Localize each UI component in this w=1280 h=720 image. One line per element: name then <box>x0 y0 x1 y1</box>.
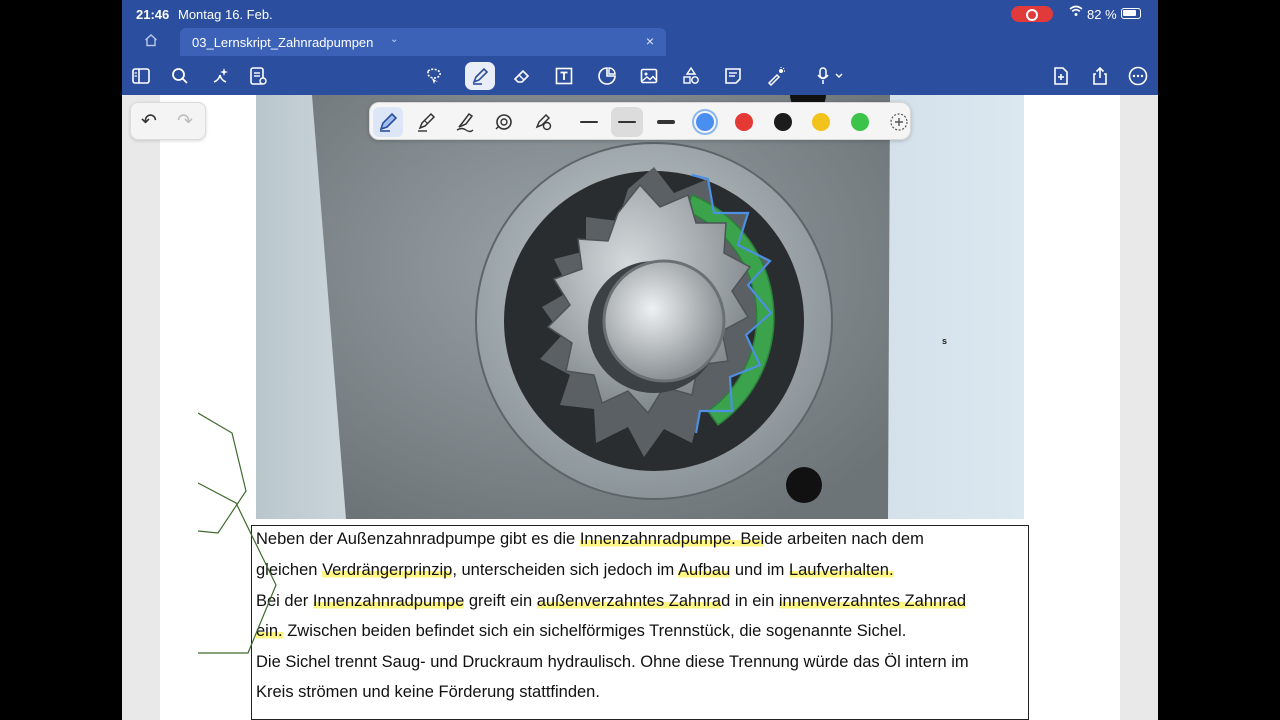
wifi-icon <box>1069 5 1083 20</box>
search-icon[interactable] <box>165 62 195 90</box>
close-icon[interactable]: × <box>646 33 654 49</box>
battery-level: 82 % <box>1087 7 1117 22</box>
screen-recording-icon[interactable] <box>1011 6 1053 22</box>
status-bar: 21:46 Montag 16. Feb. 82 % <box>122 0 1158 28</box>
pen-icon[interactable] <box>465 62 495 90</box>
pen-options-toolbar <box>369 102 911 140</box>
brush-pen-icon[interactable] <box>450 107 480 137</box>
text-line-5: Die Sichel trennt Saug- und Druckraum hy… <box>256 653 969 671</box>
text-box[interactable]: Neben der Außenzahnradpumpe gibt es die … <box>251 525 1029 720</box>
color-blue[interactable] <box>696 113 714 131</box>
clock: 21:46 <box>136 7 170 22</box>
shape-pen-icon[interactable] <box>489 107 519 137</box>
chevron-down-icon[interactable]: ⌄ <box>390 34 398 45</box>
stroke-medium[interactable] <box>611 107 643 137</box>
page-canvas-area: s Neben der Außenzahnradpumpe gibt es di… <box>122 95 1158 720</box>
figure-marker: s <box>942 336 947 346</box>
tab-document[interactable]: 03_Lernskript_Zahnradpumpen ⌄ × <box>180 28 666 56</box>
color-black[interactable] <box>774 113 792 131</box>
undo-icon[interactable]: ↶ <box>141 110 157 133</box>
text-line-4: ein. Zwischen beiden befindet sich ein s… <box>256 622 907 640</box>
ball-pen-icon[interactable] <box>411 107 441 137</box>
laser-icon[interactable] <box>761 62 791 90</box>
stroke-thick[interactable] <box>650 107 682 137</box>
add-page-icon[interactable] <box>1046 62 1076 90</box>
color-green[interactable] <box>851 113 869 131</box>
gear-pump-image[interactable]: s <box>256 95 1024 519</box>
sidebar-icon[interactable] <box>126 62 156 90</box>
more-icon[interactable] <box>1123 62 1153 90</box>
text-line-2: gleichen Verdrängerprinzip, unterscheide… <box>256 561 894 579</box>
fountain-pen-icon[interactable] <box>373 107 403 137</box>
eraser-icon[interactable] <box>507 62 537 90</box>
text-line-6: Kreis strömen und keine Förderung stattf… <box>256 683 600 701</box>
tab-title: 03_Lernskript_Zahnradpumpen <box>192 35 374 50</box>
housing-bolt-hole <box>786 467 822 503</box>
add-color-icon[interactable] <box>884 107 914 137</box>
settings-pen-icon[interactable] <box>528 107 558 137</box>
ai-sparkle-icon[interactable] <box>205 62 235 90</box>
green-hexagon-drawing[interactable] <box>198 395 278 665</box>
home-icon[interactable] <box>144 33 158 51</box>
mic-icon[interactable] <box>810 62 850 90</box>
text-line-1: Neben der Außenzahnradpumpe gibt es die … <box>256 530 924 548</box>
stroke-thin[interactable] <box>573 107 605 137</box>
date: Montag 16. Feb. <box>178 7 273 22</box>
color-red[interactable] <box>735 113 753 131</box>
undo-redo-group: ↶ ↷ <box>130 102 206 140</box>
lasso-icon[interactable] <box>419 62 449 90</box>
text-line-3: Bei der Innenzahnradpumpe greift ein auß… <box>256 592 967 610</box>
gear-shaft <box>602 259 726 383</box>
tab-bar: 03_Lernskript_Zahnradpumpen ⌄ × <box>122 28 1158 56</box>
color-yellow[interactable] <box>812 113 830 131</box>
textbox-icon[interactable] <box>549 62 579 90</box>
main-toolbar <box>122 56 1158 95</box>
goodnotes-screen: 21:46 Montag 16. Feb. 82 % 03_Lernskript… <box>122 0 1158 720</box>
battery-icon <box>1121 8 1141 19</box>
share-icon[interactable] <box>1085 62 1115 90</box>
shapes-icon[interactable] <box>676 62 706 90</box>
image-icon[interactable] <box>634 62 664 90</box>
note-icon[interactable] <box>718 62 748 90</box>
page-list-icon[interactable] <box>243 62 273 90</box>
redo-icon[interactable]: ↷ <box>177 110 193 133</box>
sticker-icon[interactable] <box>592 62 622 90</box>
notebook-page[interactable]: s Neben der Außenzahnradpumpe gibt es di… <box>160 95 1120 720</box>
